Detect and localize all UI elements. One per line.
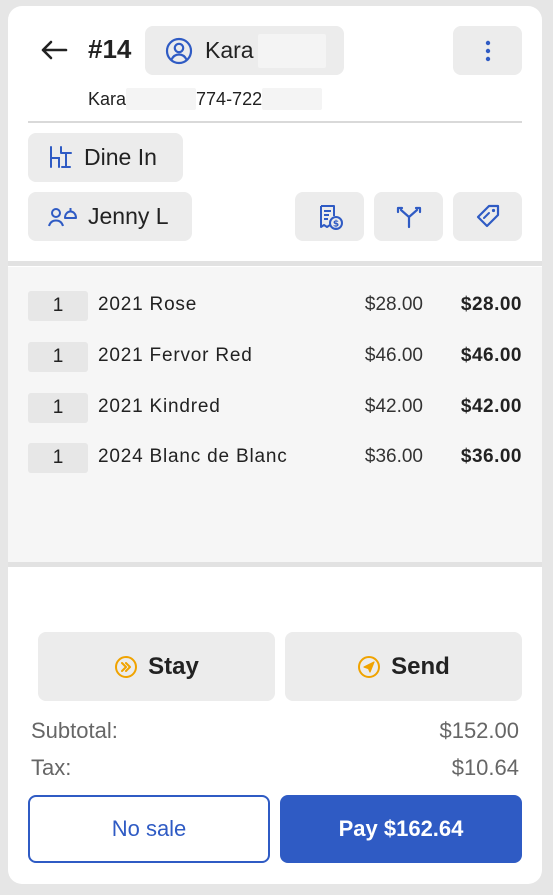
tax-row: Tax: $10.64 [31, 755, 519, 781]
item-name: 2024 Blanc de Blanc [98, 446, 288, 467]
stay-button[interactable]: Stay [38, 632, 275, 701]
more-vertical-icon [485, 40, 490, 61]
order-header: #14 Kara [8, 26, 542, 76]
pay-button[interactable]: Pay $162.64 [280, 795, 522, 863]
divider [8, 562, 542, 567]
back-button[interactable] [36, 32, 72, 68]
more-options-button[interactable] [453, 26, 522, 75]
item-price: $46.00 [364, 345, 423, 366]
redacted-text [262, 88, 323, 110]
send-button[interactable]: Send [285, 632, 522, 701]
customer-details: Kara 774-722 [88, 88, 323, 110]
redacted-text [257, 33, 326, 68]
redacted-text [126, 88, 197, 110]
split-icon [396, 206, 421, 228]
divider [28, 121, 522, 123]
item-quantity: 1 [28, 393, 88, 423]
server-button[interactable]: Jenny L [28, 192, 192, 241]
stay-label: Stay [148, 652, 199, 680]
item-total: $28.00 [460, 294, 522, 315]
user-circle-icon [165, 37, 193, 64]
divider [8, 261, 542, 266]
item-quantity: 1 [28, 342, 88, 372]
item-total: $46.00 [460, 345, 522, 366]
list-item[interactable]: 1 2021 Kindred $42.00 $42.00 [8, 393, 542, 423]
list-item[interactable]: 1 2021 Rose $28.00 $28.00 [8, 291, 542, 321]
no-sale-button[interactable]: No sale [28, 795, 270, 863]
customer-button[interactable]: Kara [145, 26, 344, 75]
subtotal-label: Subtotal: [31, 718, 118, 743]
customer-phone: 774-722 [196, 88, 263, 109]
discount-button[interactable] [453, 192, 522, 241]
tax-label: Tax: [31, 755, 72, 780]
order-type-button[interactable]: Dine In [28, 133, 183, 182]
item-name: 2021 Fervor Red [98, 345, 253, 366]
item-name: 2021 Rose [98, 294, 198, 315]
order-type-label: Dine In [84, 144, 157, 170]
item-quantity: 1 [28, 291, 88, 321]
item-total: $36.00 [460, 446, 522, 467]
fast-forward-icon [115, 655, 138, 678]
list-item[interactable]: 1 2021 Fervor Red $46.00 $46.00 [8, 342, 542, 372]
customer-name: Kara [205, 37, 254, 63]
list-item[interactable]: 1 2024 Blanc de Blanc $36.00 $36.00 [8, 443, 542, 473]
item-price: $28.00 [364, 294, 423, 315]
receipt-button[interactable]: $ [295, 192, 364, 241]
tax-value: $10.64 [451, 755, 519, 780]
server-label: Jenny L [88, 203, 169, 229]
order-items-list: 1 2021 Rose $28.00 $28.00 1 2021 Fervor … [8, 267, 542, 562]
subtotal-value: $152.00 [439, 718, 519, 743]
item-quantity: 1 [28, 443, 88, 473]
staff-icon [48, 207, 77, 226]
tag-icon [476, 204, 499, 227]
item-total: $42.00 [460, 396, 522, 417]
send-label: Send [391, 652, 450, 680]
item-price: $42.00 [364, 396, 423, 417]
item-price: $36.00 [364, 446, 423, 467]
receipt-dollar-icon: $ [319, 204, 343, 230]
order-number: #14 [88, 34, 132, 64]
split-button[interactable] [374, 192, 443, 241]
send-icon [358, 655, 381, 678]
arrow-left-icon [41, 40, 68, 60]
order-panel: #14 Kara Kara 774-722 Dine In Jenny L $ … [8, 6, 542, 884]
subtotal-row: Subtotal: $152.00 [31, 718, 519, 744]
svg-text:$: $ [332, 219, 338, 229]
dine-in-icon [50, 145, 72, 168]
item-name: 2021 Kindred [98, 396, 221, 417]
customer-sub-name: Kara [88, 88, 127, 109]
